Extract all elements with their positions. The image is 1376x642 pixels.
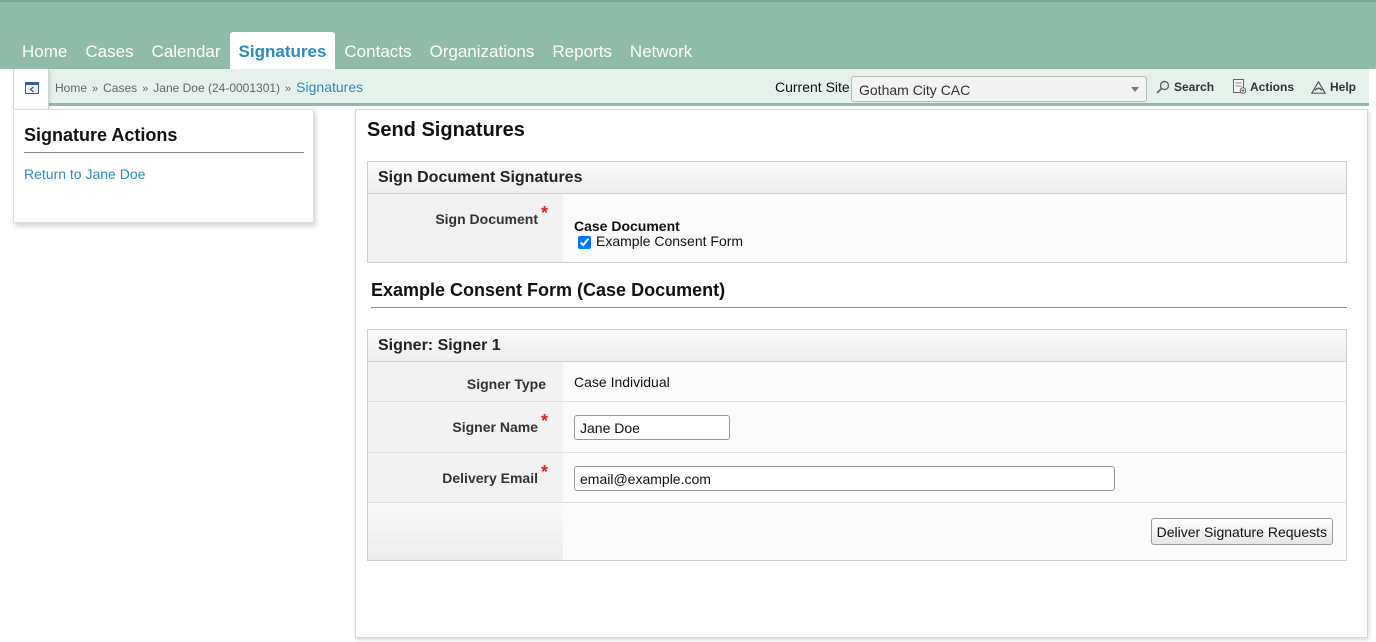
section-heading: Sign Document Signatures <box>368 162 1346 194</box>
tab-contacts[interactable]: Contacts <box>335 32 420 71</box>
help-icon <box>1310 80 1327 94</box>
section-heading: Signer: Signer 1 <box>368 330 1346 362</box>
actions-button[interactable]: Actions <box>1233 69 1294 106</box>
signer-type-row: Signer Type Case Individual <box>368 362 1346 402</box>
delivery-email-label: Delivery Email <box>442 470 538 486</box>
breadcrumb-cases[interactable]: Cases <box>103 81 137 95</box>
required-marker: * <box>540 462 548 482</box>
document-title: Example Consent Form (Case Document) <box>371 280 1347 308</box>
search-icon <box>1156 80 1170 94</box>
actions-label: Actions <box>1250 80 1295 94</box>
document-group-heading: Case Document <box>574 218 680 234</box>
top-header: Home Cases Calendar Signatures Contacts … <box>0 0 1376 71</box>
required-marker: * <box>540 203 548 223</box>
page-title: Send Signatures <box>367 119 525 141</box>
delivery-email-input[interactable] <box>574 466 1115 491</box>
breadcrumb-home[interactable]: Home <box>55 81 87 95</box>
signer-type-label: Signer Type <box>466 376 546 392</box>
breadcrumb: Home » Cases » Jane Doe (24-0001301) » Signatu… <box>55 69 363 108</box>
field-value: Case Document Example Consent Form <box>563 194 1346 262</box>
field-value <box>563 453 1346 502</box>
collapse-sidebar-icon <box>25 82 39 94</box>
breadcrumb-case[interactable]: Jane Doe (24-0001301) <box>153 81 280 95</box>
actions-icon <box>1233 79 1247 94</box>
breadcrumb-bar: Home » Cases » Jane Doe (24-0001301) » Signatu… <box>13 69 1369 113</box>
help-label: Help <box>1330 80 1357 94</box>
breadcrumb-separator: » <box>92 83 99 95</box>
signer-name-row: Signer Name * <box>368 402 1346 453</box>
tab-cases[interactable]: Cases <box>76 32 142 71</box>
main-content: Send Signatures Sign Document Signatures… <box>355 109 1368 638</box>
field-value: Case Individual <box>563 362 1346 401</box>
search-label: Search <box>1174 80 1215 94</box>
help-button[interactable]: Help <box>1310 69 1357 106</box>
sign-document-row: Sign Document * Case Document Example Co… <box>368 194 1346 262</box>
field-value <box>563 402 1346 452</box>
breadcrumb-separator: » <box>142 83 149 95</box>
panel-title: Signature Actions <box>24 125 304 153</box>
field-label: Delivery Email * <box>368 453 563 502</box>
delivery-email-row: Delivery Email * <box>368 453 1346 503</box>
signer-type-value: Case Individual <box>574 374 670 390</box>
current-site-select[interactable]: Gotham City CAC <box>851 76 1147 102</box>
submit-row: Deliver Signature Requests <box>368 503 1346 560</box>
tab-calendar[interactable]: Calendar <box>143 32 230 71</box>
field-label: Sign Document * <box>368 194 563 262</box>
sidebar-toggle-button[interactable] <box>13 69 49 113</box>
field-label: Signer Name * <box>368 402 563 452</box>
field-label <box>368 503 563 560</box>
signer-section: Signer: Signer 1 Signer Type Case Indivi… <box>367 329 1347 561</box>
tab-network[interactable]: Network <box>621 32 701 71</box>
chevron-down-icon <box>1131 87 1139 92</box>
current-site-label: Current Site <box>775 79 850 95</box>
breadcrumb-separator: » <box>285 83 292 95</box>
example-consent-checkbox[interactable] <box>578 236 591 249</box>
example-consent-label: Example Consent Form <box>596 233 744 249</box>
tab-home[interactable]: Home <box>13 32 76 71</box>
signature-actions-panel: Signature Actions Return to Jane Doe <box>13 109 314 223</box>
signer-name-label: Signer Name <box>452 419 538 435</box>
deliver-signature-requests-button[interactable]: Deliver Signature Requests <box>1150 518 1333 545</box>
sign-document-section: Sign Document Signatures Sign Document *… <box>367 161 1347 263</box>
required-marker: * <box>540 411 548 431</box>
tab-reports[interactable]: Reports <box>543 32 621 71</box>
current-site-value: Gotham City CAC <box>859 82 971 98</box>
sign-document-label: Sign Document <box>435 211 538 227</box>
search-button[interactable]: Search <box>1156 69 1214 106</box>
return-to-case-link[interactable]: Return to Jane Doe <box>24 166 145 182</box>
tab-signatures[interactable]: Signatures <box>229 32 336 71</box>
tab-organizations[interactable]: Organizations <box>421 32 544 71</box>
field-value: Deliver Signature Requests <box>563 503 1346 560</box>
field-label: Signer Type <box>368 362 563 401</box>
breadcrumb-current: Signatures <box>296 79 364 95</box>
main-nav: Home Cases Calendar Signatures Contacts … <box>13 32 701 71</box>
signer-name-input[interactable] <box>574 415 730 440</box>
